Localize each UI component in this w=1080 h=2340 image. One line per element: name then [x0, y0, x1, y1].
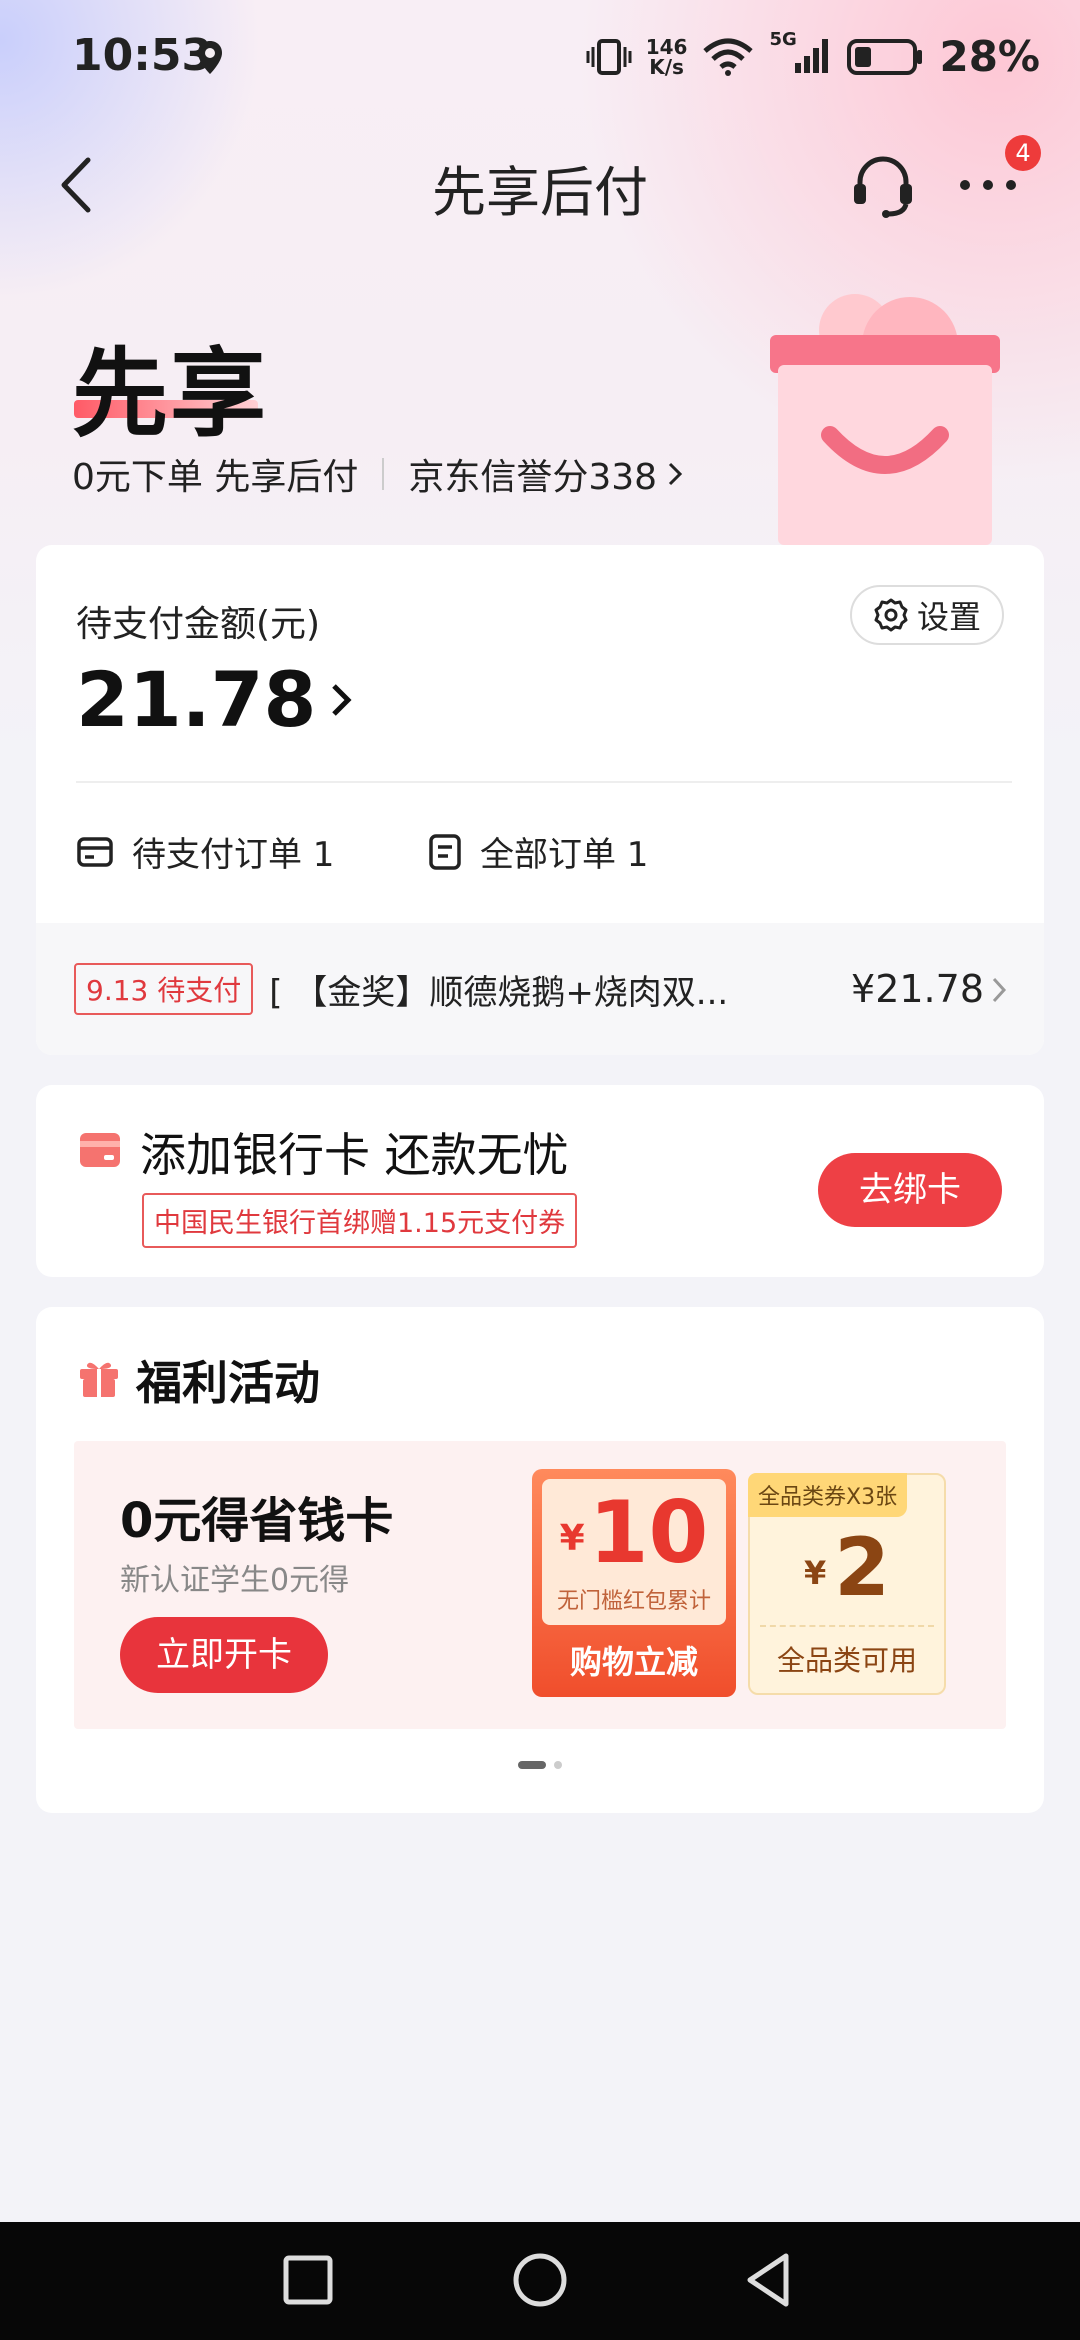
promo-title: 0元得省钱卡 [120, 1493, 394, 1549]
pending-orders-link[interactable]: 待支付订单 1 [76, 827, 334, 876]
shopping-bag-illustration [770, 294, 1000, 545]
coupon-amount: ¥10 [559, 1483, 709, 1583]
location-icon [198, 41, 222, 74]
hero-slogan: 0元下单 先享后付 [72, 457, 359, 498]
bank-promo-tag: 中国民生银行首绑赠1.15元支付券 [142, 1193, 578, 1248]
coupon-amount: ¥2 [804, 1521, 890, 1614]
welfare-title: 福利活动 [136, 1356, 320, 1410]
coupon-footer: 购物立减 [569, 1643, 698, 1681]
all-orders-label: 全部订单 1 [480, 835, 649, 875]
red-packet-coupon: ¥10 无门槛红包累计 购物立减 [532, 1469, 736, 1697]
card-icon [77, 836, 113, 867]
gear-icon [874, 598, 908, 632]
add-bank-title: 添加银行卡 还款无忧 [140, 1128, 569, 1182]
home-icon[interactable] [508, 2248, 572, 2312]
customer-service-icon[interactable] [848, 150, 918, 220]
system-nav-bar [0, 2222, 1080, 2340]
battery-percent: 28% [939, 32, 1040, 81]
coupon-separator [760, 1625, 934, 1627]
hero-subtitle-row: 0元下单 先享后付 京东信誉分338 [72, 448, 687, 500]
status-icons: 146 K/s 5G 28% [586, 29, 1040, 81]
hero-title: 先享 [72, 338, 268, 450]
all-orders-link[interactable]: 全部订单 1 [428, 827, 648, 876]
coupon-footer: 全品类可用 [776, 1644, 917, 1677]
order-name: [ 【金奖】顺德烧鹅+烧肉双... [269, 972, 729, 1013]
document-icon [429, 833, 461, 870]
coupon-desc: 无门槛红包累计 [556, 1589, 711, 1614]
savings-card-promo[interactable]: 0元得省钱卡 新认证学生0元得 立即开卡 ¥10 无门槛红包累计 购物立减 全品… [74, 1441, 1006, 1729]
carousel-dot-active [518, 1761, 546, 1769]
open-card-button[interactable]: 立即开卡 [120, 1617, 328, 1693]
notification-badge: 4 [1005, 135, 1041, 171]
pending-amount-value: 21.78 [76, 655, 317, 744]
pending-amount[interactable]: 21.78 [76, 655, 356, 744]
order-price: ¥21.78 [851, 967, 984, 1011]
hero-divider [382, 458, 385, 490]
chevron-right-icon [992, 977, 1007, 1003]
recent-apps-icon[interactable] [276, 2248, 340, 2312]
pending-amount-label: 待支付金额(元) [76, 604, 321, 645]
bank-card-icon [80, 1133, 120, 1167]
battery-icon [847, 38, 923, 75]
wifi-icon [703, 38, 754, 76]
status-time: 10:53 [72, 30, 213, 81]
chevron-right-icon [332, 683, 352, 716]
page-title: 先享后付 [432, 161, 648, 224]
bank-card-section: 添加银行卡 还款无忧 中国民生银行首绑赠1.15元支付券 去绑卡 [36, 1085, 1044, 1277]
net-speed: 146 K/s [645, 34, 688, 79]
carousel-indicator [36, 1761, 1044, 1769]
carousel-dot [554, 1761, 562, 1769]
coupon-inner: ¥10 无门槛红包累计 [542, 1479, 726, 1625]
pending-orders-label: 待支付订单 1 [132, 835, 335, 875]
credit-score-link[interactable]: 京东信誉分338 [408, 448, 657, 500]
welfare-section: 福利活动 0元得省钱卡 新认证学生0元得 立即开卡 ¥10 无门槛红包累计 购物… [36, 1307, 1044, 1813]
back-triangle-icon[interactable] [738, 2248, 802, 2312]
promo-subtitle: 新认证学生0元得 [120, 1563, 350, 1598]
cell-signal-icon: 5G [769, 29, 833, 79]
coupon-tag: 全品类券X3张 [748, 1473, 908, 1517]
status-bar: 10:53 146 K/s 5G 28% [0, 0, 1080, 120]
vibrate-icon [586, 38, 632, 75]
gift-icon [80, 1362, 118, 1397]
category-coupon: 全品类券X3张 ¥2 全品类可用 [748, 1473, 946, 1695]
divider [76, 781, 1012, 783]
settings-button[interactable]: 设置 [850, 585, 1004, 645]
nav-bar: 先享后付 [0, 130, 1080, 240]
settings-label: 设置 [916, 598, 981, 636]
payment-card: 待支付金额(元) 设置 21.78 待支付订单 1 全部订单 1 9.13 待支… [36, 545, 1044, 1055]
order-date-tag: 9.13 待支付 [74, 963, 254, 1015]
chevron-right-icon [669, 462, 683, 486]
bind-card-button[interactable]: 去绑卡 [818, 1153, 1002, 1227]
order-row[interactable]: 9.13 待支付 [ 【金奖】顺德烧鹅+烧肉双... ¥21.78 [36, 923, 1044, 1055]
